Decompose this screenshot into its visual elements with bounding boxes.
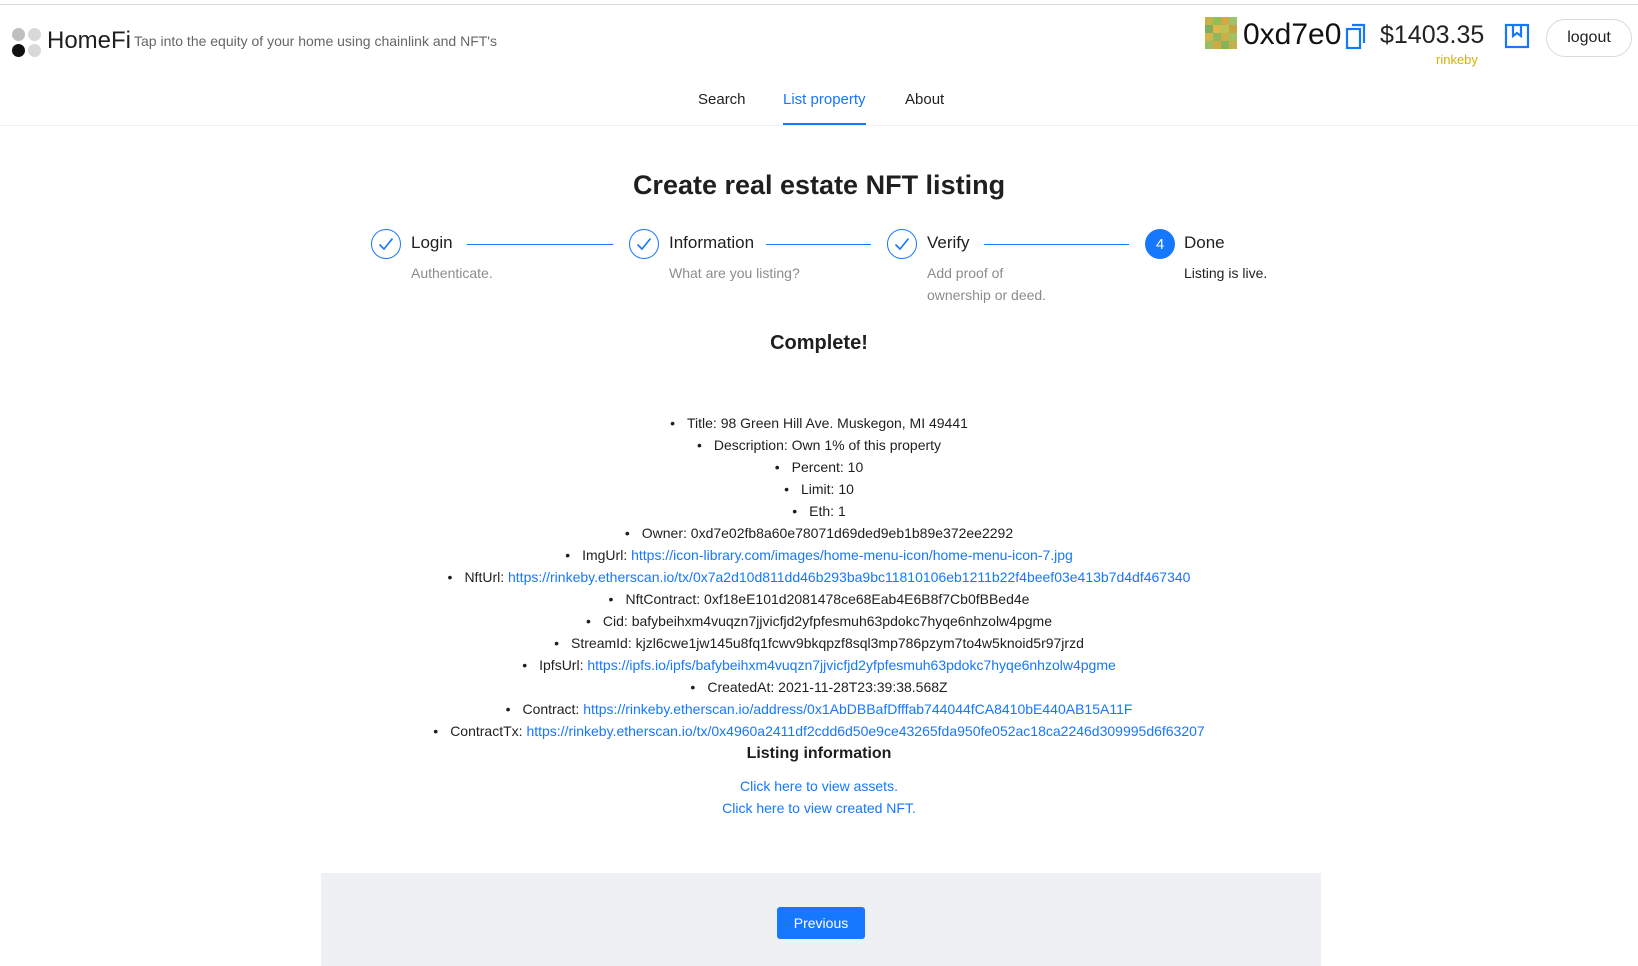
list-item: Description: Own 1% of this property [0,434,1638,456]
step-information-status [629,229,659,259]
step-login-title: Login [411,233,453,252]
copy-icon[interactable] [1345,22,1367,50]
account-avatar [1205,17,1237,49]
homefi-logo-icon[interactable] [12,28,42,58]
step-done-number: 4 [1145,229,1175,259]
step-information-description: What are you listing? [669,265,800,281]
step-verify-description-line: ownership or deed. [927,287,1047,303]
step-information-title: Information [669,233,755,252]
check-icon [636,237,652,251]
detail-value: kjzl6cwe1jw145u8fq1fcwv9bkqpzf8sql3mp786… [635,635,1084,651]
list-item: Cid: bafybeihxm4vuqzn7jjvicfjd2yfpfesmuh… [0,610,1638,632]
step-login-description: Authenticate. [411,265,493,281]
check-icon [378,237,394,251]
ipfs-url-link[interactable]: https://ipfs.io/ipfs/bafybeihxm4vuqzn7jj… [587,657,1115,673]
detail-value: 1 [837,503,846,519]
list-item: CreatedAt: 2021-11-28T23:39:38.568Z [0,676,1638,698]
detail-key: NftContract: [625,591,701,607]
step-login-status [371,229,401,259]
detail-key: Contract: [522,701,580,717]
logout-button[interactable]: logout [1546,19,1632,57]
view-assets-link[interactable]: Click here to view assets. [0,775,1638,797]
detail-value: bafybeihxm4vuqzn7jjvicfjd2yfpfesmuh63pdo… [631,613,1052,629]
detail-key: Description: [713,437,788,453]
list-item: Eth: 1 [0,500,1638,522]
previous-button[interactable]: Previous [777,907,865,939]
nft-url-link[interactable]: https://rinkeby.etherscan.io/tx/0x7a2d10… [508,569,1190,585]
detail-key: NftUrl: [464,569,505,585]
list-item: ContractTx: https://rinkeby.etherscan.io… [0,720,1638,742]
wallet-address: 0xd7e0 [1243,18,1342,51]
step-connector [467,244,613,245]
detail-key: Owner: [641,525,687,541]
listing-information-heading: Listing information [746,745,892,762]
step-verify-title: Verify [927,233,970,252]
step-verify-description-line: Add proof of [927,265,1004,281]
detail-value: 0xd7e02fb8a60e78071d69ded9eb1b89e372ee22… [690,525,1014,541]
detail-value: 10 [838,481,854,497]
detail-key: Percent: [791,459,844,475]
list-item: Percent: 10 [0,456,1638,478]
list-item: Owner: 0xd7e02fb8a60e78071d69ded9eb1b89e… [0,522,1638,544]
list-item: Title: 98 Green Hill Ave. Muskegon, MI 4… [0,412,1638,434]
contract-link[interactable]: https://rinkeby.etherscan.io/address/0x1… [583,701,1132,717]
detail-key: CreatedAt: [707,679,775,695]
detail-value: 98 Green Hill Ave. Muskegon, MI 49441 [720,415,968,431]
detail-value: Own 1% of this property [791,437,942,453]
page-title: Create real estate NFT listing [632,170,1006,200]
detail-value: 10 [847,459,864,475]
detail-key: Limit: [800,481,835,497]
complete-heading: Complete! [770,332,868,354]
contract-tx-link[interactable]: https://rinkeby.etherscan.io/tx/0x4960a2… [526,723,1204,739]
detail-key: StreamId: [571,635,632,651]
step-connector [984,244,1129,245]
step-verify-description: Add proof of ownership or deed. [927,262,1046,306]
view-nft-link[interactable]: Click here to view created NFT. [0,797,1638,819]
img-url-link[interactable]: https://icon-library.com/images/home-men… [631,547,1073,563]
step-connector [766,244,871,245]
nav-divider [0,125,1638,126]
nav-about[interactable]: About [905,91,944,108]
detail-key: ContractTx: [450,723,523,739]
list-item: StreamId: kjzl6cwe1jw145u8fq1fcwv9bkqpzf… [0,632,1638,654]
detail-key: ImgUrl: [582,547,628,563]
list-item: NftUrl: https://rinkeby.etherscan.io/tx/… [0,566,1638,588]
detail-value: 0xf18eE101d2081478ce68Eab4E6B8f7Cb0fBBed… [704,591,1030,607]
detail-key: Title: [686,415,717,431]
nav-list-property[interactable]: List property [783,91,866,108]
listing-links: Click here to view assets. Click here to… [0,775,1638,819]
step-verify-status [887,229,917,259]
listing-details-list: Title: 98 Green Hill Ave. Muskegon, MI 4… [0,412,1638,742]
list-item: IpfsUrl: https://ipfs.io/ipfs/bafybeihxm… [0,654,1638,676]
list-item: NftContract: 0xf18eE101d2081478ce68Eab4E… [0,588,1638,610]
page: HomeFi Tap into the equity of your home … [0,0,1638,966]
brand-name[interactable]: HomeFi [47,27,131,55]
wallet-icon[interactable] [1504,23,1530,49]
step-done-description: Listing is live. [1184,265,1268,281]
top-divider [0,4,1638,5]
check-icon [894,237,910,251]
detail-key: Eth: [809,503,835,519]
network-name: rinkeby [1436,52,1478,67]
tagline: Tap into the equity of your home using c… [134,33,497,49]
list-item: ImgUrl: https://icon-library.com/images/… [0,544,1638,566]
list-item: Contract: https://rinkeby.etherscan.io/a… [0,698,1638,720]
step-done-title: Done [1184,233,1225,252]
list-item: Limit: 10 [0,478,1638,500]
detail-key: Cid: [602,613,628,629]
nav-search[interactable]: Search [698,91,746,108]
detail-key: IpfsUrl: [539,657,584,673]
detail-value: 2021-11-28T23:39:38.568Z [778,679,948,695]
wallet-balance: $1403.35 [1380,21,1485,49]
